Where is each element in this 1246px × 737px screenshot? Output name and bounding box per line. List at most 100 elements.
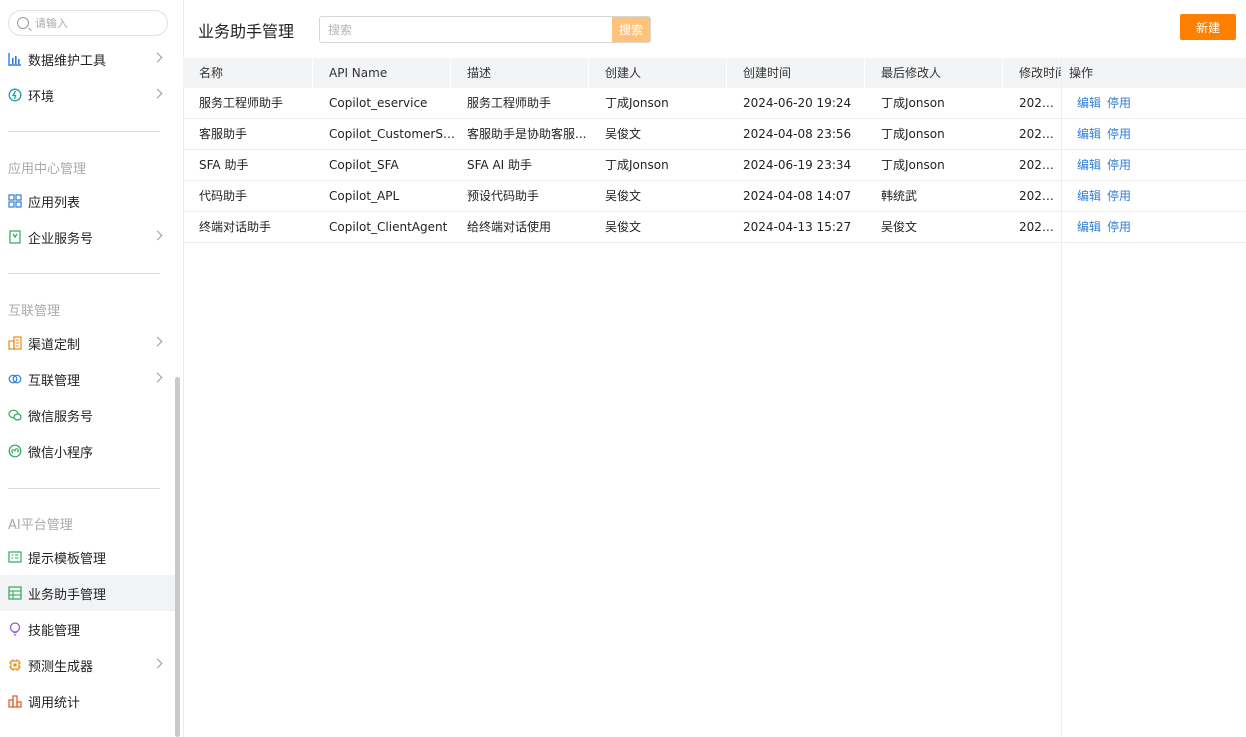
sidebar-item-label: 数据维护工具 [28, 53, 107, 69]
column-header-created-at[interactable]: 创建时间 [743, 58, 865, 88]
lightbulb-icon [8, 622, 22, 636]
sidebar-item-data-maintenance[interactable]: 数据维护工具 [0, 41, 175, 77]
template-icon [8, 550, 22, 564]
sidebar-item-usage-stats[interactable]: 调用统计 [0, 683, 175, 719]
column-header-modifier[interactable]: 最后修改人 [881, 58, 1003, 88]
table-row: 客服助手 Copilot_CustomerSer... 客服助手是协助客服...… [183, 119, 1246, 150]
sidebar-item-label: 技能管理 [28, 623, 81, 639]
bookmark-icon [8, 230, 22, 244]
environment-icon [8, 88, 22, 102]
cell-api-name: Copilot_APL [329, 189, 400, 203]
disable-link[interactable]: 停用 [1107, 96, 1131, 110]
edit-link[interactable]: 编辑 [1077, 220, 1101, 234]
search-input[interactable] [320, 17, 612, 42]
column-header-api-name[interactable]: API Name [329, 58, 451, 88]
sidebar-item-label: 提示模板管理 [28, 551, 107, 567]
cell-operations: 编辑 停用 [1077, 212, 1227, 243]
sidebar-item-environment[interactable]: 环境 [0, 77, 175, 113]
sidebar-search-input[interactable] [35, 16, 155, 30]
column-header-modified-at[interactable]: 修改时间 [1019, 58, 1061, 88]
fixed-column-divider [1061, 58, 1062, 737]
cell-description: 客服助手是协助客服... [467, 127, 587, 141]
cell-modified-at: 2024-07 [1019, 127, 1061, 141]
edit-link[interactable]: 编辑 [1077, 189, 1101, 203]
building-icon [8, 336, 22, 350]
column-header-description[interactable]: 描述 [467, 58, 589, 88]
chevron-right-icon [152, 52, 163, 63]
section-title-app-center: 应用中心管理 [8, 162, 87, 177]
edit-link[interactable]: 编辑 [1077, 127, 1101, 141]
cell-api-name: Copilot_ClientAgent [329, 220, 448, 234]
cell-created-at: 2024-06-20 19:24 [743, 96, 852, 110]
cell-created-at: 2024-06-19 23:34 [743, 158, 852, 172]
cell-operations: 编辑 停用 [1077, 119, 1227, 150]
list-panel-icon [8, 586, 22, 600]
sidebar-item-label: 调用统计 [28, 695, 81, 711]
section-title-ai-platform: AI平台管理 [8, 518, 73, 533]
mini-program-icon [8, 444, 22, 458]
cell-name: SFA 助手 [199, 158, 249, 172]
cell-created-at: 2024-04-13 15:27 [743, 220, 852, 234]
sidebar-item-wechat-mini[interactable]: 微信小程序 [0, 433, 175, 469]
sidebar-item-label: 环境 [28, 89, 55, 105]
wechat-icon [8, 408, 22, 422]
chevron-right-icon [152, 88, 163, 99]
column-header-name[interactable]: 名称 [199, 58, 313, 88]
sidebar-item-label: 应用列表 [28, 195, 81, 211]
sidebar-item-prompt-template[interactable]: 提示模板管理 [0, 539, 175, 575]
disable-link[interactable]: 停用 [1107, 158, 1131, 172]
sidebar-item-label: 预测生成器 [28, 659, 94, 675]
cell-modifier: 丁成Jonson [881, 127, 945, 141]
divider [8, 273, 160, 274]
bar-chart-icon [8, 52, 22, 66]
cell-api-name: Copilot_SFA [329, 158, 399, 172]
sidebar-scrollbar[interactable] [175, 377, 180, 737]
link-rings-icon [8, 372, 22, 386]
column-header-operations: 操作 [1069, 66, 1094, 80]
cell-name: 代码助手 [199, 189, 248, 203]
cell-created-at: 2024-04-08 23:56 [743, 127, 852, 141]
column-header-creator[interactable]: 创建人 [605, 58, 727, 88]
sidebar-item-label: 业务助手管理 [28, 587, 107, 603]
edit-link[interactable]: 编辑 [1077, 96, 1101, 110]
section-title-interconnect: 互联管理 [8, 304, 61, 319]
disable-link[interactable]: 停用 [1107, 220, 1131, 234]
grid-icon [8, 194, 22, 208]
cell-api-name: Copilot_eservice [329, 96, 428, 110]
disable-link[interactable]: 停用 [1107, 127, 1131, 141]
divider [8, 131, 160, 132]
chevron-right-icon [152, 658, 163, 669]
cell-creator: 丁成Jonson [605, 96, 669, 110]
sidebar-item-wechat-service[interactable]: 微信服务号 [0, 397, 175, 433]
new-button[interactable]: 新建 [1180, 14, 1236, 40]
sidebar-item-app-list[interactable]: 应用列表 [0, 183, 175, 219]
table-row: SFA 助手 Copilot_SFA SFA AI 助手 丁成Jonson 20… [183, 150, 1246, 181]
cell-modifier: 丁成Jonson [881, 96, 945, 110]
search-icon [17, 17, 29, 29]
sidebar-item-label: 互联管理 [28, 373, 81, 389]
cell-description: 服务工程师助手 [467, 96, 552, 110]
sidebar-item-label: 微信服务号 [28, 409, 94, 425]
table-row: 服务工程师助手 Copilot_eservice 服务工程师助手 丁成Jonso… [183, 88, 1246, 119]
chip-icon [8, 658, 22, 672]
table-row: 代码助手 Copilot_APL 预设代码助手 吴俊文 2024-04-08 1… [183, 181, 1246, 212]
cell-name: 服务工程师助手 [199, 96, 284, 110]
table-row: 终端对话助手 Copilot_ClientAgent 给终端对话使用 吴俊文 2… [183, 212, 1246, 243]
cell-description: 预设代码助手 [467, 189, 540, 203]
sidebar-item-business-assistant[interactable]: 业务助手管理 [0, 575, 175, 611]
edit-link[interactable]: 编辑 [1077, 158, 1101, 172]
stats-icon [8, 694, 22, 708]
cell-name: 终端对话助手 [199, 220, 272, 234]
sidebar-item-channel-custom[interactable]: 渠道定制 [0, 325, 175, 361]
sidebar-item-label: 微信小程序 [28, 445, 94, 461]
sidebar-search[interactable] [8, 10, 168, 36]
sidebar-item-interconnect[interactable]: 互联管理 [0, 361, 175, 397]
sidebar-item-skill-mgmt[interactable]: 技能管理 [0, 611, 175, 647]
disable-link[interactable]: 停用 [1107, 189, 1131, 203]
sidebar-item-enterprise-service[interactable]: 企业服务号 [0, 219, 175, 255]
cell-description: SFA AI 助手 [467, 158, 533, 172]
cell-api-name: Copilot_CustomerSer... [329, 127, 455, 141]
chevron-right-icon [152, 372, 163, 383]
search-button[interactable]: 搜索 [612, 17, 650, 42]
sidebar-item-prediction-generator[interactable]: 预测生成器 [0, 647, 175, 683]
